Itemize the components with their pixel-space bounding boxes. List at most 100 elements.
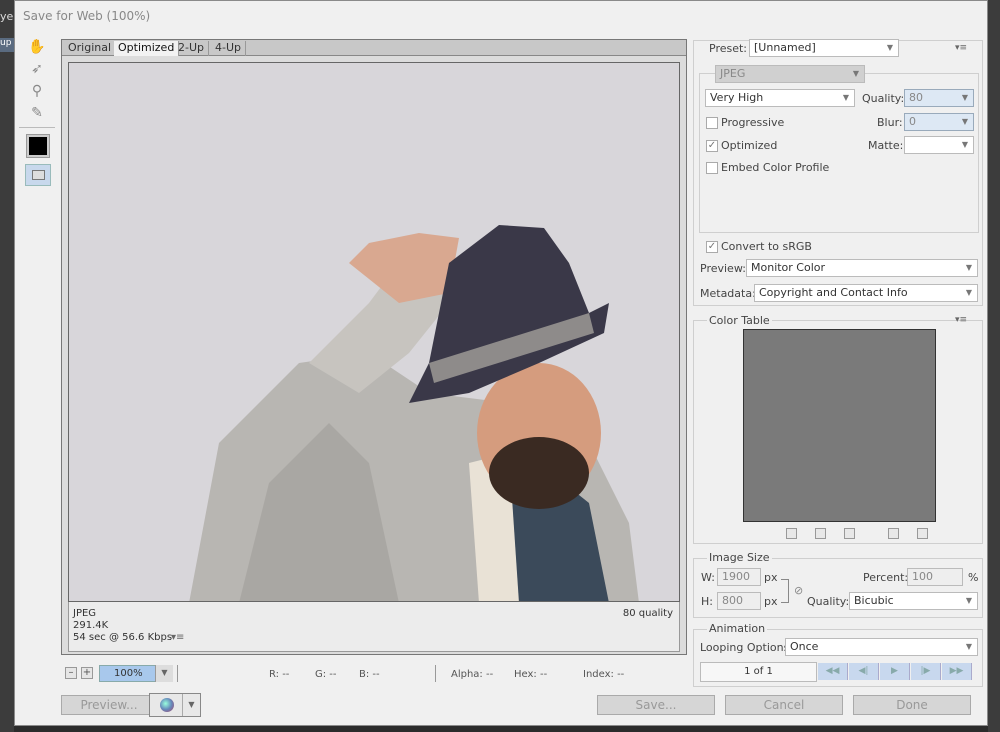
percent-input[interactable]: 100 xyxy=(907,568,963,586)
chevron-down-icon[interactable]: ▼ xyxy=(182,694,200,716)
status-divider xyxy=(435,665,436,682)
previous-frame-button[interactable]: ◀| xyxy=(849,663,879,680)
color-table-menu-icon[interactable]: ▾≡ xyxy=(955,315,967,325)
done-button[interactable]: Done xyxy=(853,695,971,715)
chevron-down-icon: ▼ xyxy=(965,596,973,605)
toggle-slices-visibility-button[interactable] xyxy=(25,164,51,186)
preset-select[interactable]: [Unnamed] ▼ xyxy=(749,39,899,57)
blur-input[interactable]: 0 ▼ xyxy=(904,113,974,131)
trash-icon[interactable] xyxy=(917,528,928,539)
preview-in-browser-button[interactable]: ▼ xyxy=(149,693,201,717)
tab-original[interactable]: Original xyxy=(64,41,117,56)
chevron-down-icon: ▼ xyxy=(965,263,973,272)
tab-4-up[interactable]: 4-Up xyxy=(211,41,247,56)
file-format-value: JPEG xyxy=(720,67,746,80)
chevron-down-icon[interactable]: ▼ xyxy=(155,665,173,682)
resample-quality-select[interactable]: Bicubic ▼ xyxy=(849,592,978,610)
preview-color-value: Monitor Color xyxy=(751,261,826,274)
tab-2-up[interactable]: 2-Up xyxy=(174,41,210,56)
tool-separator xyxy=(19,127,55,128)
embed-color-profile-label: Embed Color Profile xyxy=(721,161,830,174)
map-color-icon[interactable] xyxy=(786,528,797,539)
eyedropper-tool-icon[interactable]: ✎ xyxy=(25,103,49,123)
convert-srgb-checkbox[interactable]: ✓ xyxy=(706,241,718,253)
frame-counter: 1 of 1 xyxy=(700,662,817,682)
file-format-select[interactable]: JPEG ▼ xyxy=(715,65,865,83)
slice-select-tool-icon[interactable]: ➶ xyxy=(25,59,49,79)
quality-preset-value: Very High xyxy=(710,91,764,104)
background-tab: up xyxy=(0,38,14,52)
height-input[interactable]: 800 xyxy=(717,592,761,610)
width-unit: px xyxy=(764,571,778,584)
web-shift-icon[interactable] xyxy=(815,528,826,539)
color-table-area[interactable] xyxy=(743,329,936,522)
view-tabs: Original Optimized 2-Up 4-Up xyxy=(62,40,686,56)
optimized-image-preview[interactable] xyxy=(68,62,680,602)
percent-label: Percent: xyxy=(863,571,909,584)
quality-input[interactable]: 80 ▼ xyxy=(904,89,974,107)
width-input[interactable]: 1900 xyxy=(717,568,761,586)
preview-panel: Original Optimized 2-Up 4-Up JPEG 291.4K… xyxy=(61,39,687,655)
optimize-menu-icon[interactable]: ▾≡ xyxy=(955,43,967,53)
cancel-button[interactable]: Cancel xyxy=(725,695,843,715)
quality-label: Quality: xyxy=(862,92,905,105)
chevron-down-icon: ▼ xyxy=(886,43,894,52)
slices-icon xyxy=(32,170,45,180)
play-button[interactable]: ▶ xyxy=(880,663,910,680)
looping-options-value: Once xyxy=(790,640,819,653)
next-frame-button[interactable]: |▶ xyxy=(911,663,941,680)
link-proportions-icon[interactable]: ⊘ xyxy=(794,584,803,597)
new-color-icon[interactable] xyxy=(888,528,899,539)
info-format: JPEG xyxy=(73,608,97,619)
preview-label: Preview: xyxy=(700,262,746,275)
metadata-select[interactable]: Copyright and Contact Info ▼ xyxy=(754,284,978,302)
color-table-title: Color Table xyxy=(707,314,772,327)
dialog-title: Save for Web (100%) xyxy=(23,9,151,23)
zoom-out-button[interactable]: – xyxy=(65,667,77,679)
background-app-strip-right xyxy=(988,0,1000,732)
quality-preset-select[interactable]: Very High ▼ xyxy=(705,89,855,107)
quality-value: 80 xyxy=(909,91,923,104)
save-button[interactable]: Save... xyxy=(597,695,715,715)
chevron-down-icon: ▼ xyxy=(961,117,969,126)
optimized-label: Optimized xyxy=(721,139,778,152)
readout-b: B: -- xyxy=(359,669,380,680)
chevron-down-icon: ▼ xyxy=(961,140,969,149)
browser-icon xyxy=(160,698,174,712)
first-frame-button[interactable]: ◀◀ xyxy=(818,663,848,680)
zoom-in-button[interactable]: + xyxy=(81,667,93,679)
chevron-down-icon: ▼ xyxy=(842,93,850,102)
embed-color-profile-checkbox[interactable] xyxy=(706,162,718,174)
progressive-label: Progressive xyxy=(721,116,785,129)
matte-label: Matte: xyxy=(868,139,904,152)
status-divider xyxy=(177,665,178,682)
lock-color-icon[interactable] xyxy=(844,528,855,539)
hand-tool-icon[interactable]: ✋ xyxy=(25,37,49,57)
chevron-down-icon: ▼ xyxy=(961,93,969,102)
looping-options-label: Looping Options: xyxy=(700,641,794,654)
background-app-strip-left: ye up xyxy=(0,0,14,732)
progressive-checkbox[interactable] xyxy=(706,117,718,129)
preview-color-select[interactable]: Monitor Color ▼ xyxy=(746,259,978,277)
blur-label: Blur: xyxy=(877,116,903,129)
chevron-down-icon: ▼ xyxy=(965,288,973,297)
readout-alpha: Alpha: -- xyxy=(451,669,494,680)
tab-optimized[interactable]: Optimized xyxy=(114,41,180,56)
optimized-checkbox[interactable]: ✓ xyxy=(706,140,718,152)
height-unit: px xyxy=(764,595,778,608)
last-frame-button[interactable]: ▶▶ xyxy=(942,663,972,680)
animation-title: Animation xyxy=(707,622,768,635)
resample-quality-label: Quality: xyxy=(807,595,850,608)
eyedropper-color-swatch[interactable] xyxy=(26,134,50,158)
looping-options-select[interactable]: Once ▼ xyxy=(785,638,978,656)
save-for-web-dialog: Save for Web (100%) ✋ ➶ ⚲ ✎ Original Opt… xyxy=(14,0,988,726)
readout-hex: Hex: -- xyxy=(514,669,548,680)
preview-button[interactable]: Preview... xyxy=(61,695,157,715)
download-time-menu-icon[interactable]: ▾≡ xyxy=(171,632,184,643)
zoom-tool-icon[interactable]: ⚲ xyxy=(25,81,49,101)
readout-g: G: -- xyxy=(315,669,337,680)
matte-select[interactable]: ▼ xyxy=(904,136,974,154)
image-size-title: Image Size xyxy=(707,551,772,564)
preset-label: Preset: xyxy=(709,42,748,55)
resample-quality-value: Bicubic xyxy=(854,594,894,607)
